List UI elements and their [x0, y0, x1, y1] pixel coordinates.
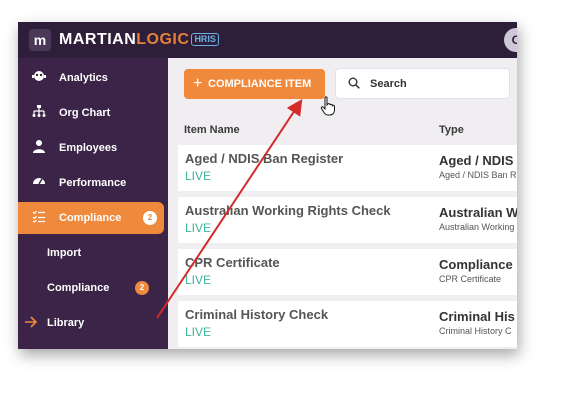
- plus-icon: +: [193, 75, 203, 92]
- sidebar-subitem-import[interactable]: Import: [18, 237, 168, 269]
- sidebar-item-label: Performance: [59, 177, 127, 189]
- item-type-detail: Australian Working: [439, 222, 515, 232]
- item-type-detail: Aged / NDIS Ban R: [439, 170, 517, 180]
- analytics-icon: [31, 62, 47, 94]
- item-name[interactable]: Criminal History Check: [185, 307, 328, 322]
- table-row[interactable]: CPR Certificate LIVE Compliance CPR Cert…: [178, 249, 517, 295]
- compliance-count-badge: 2: [135, 281, 149, 295]
- sidebar-item-label: Library: [47, 317, 85, 329]
- sidebar-item-label: Compliance: [59, 212, 122, 224]
- status-label: LIVE: [185, 325, 212, 339]
- arrow-right-icon: [23, 307, 39, 339]
- employees-icon: [31, 132, 47, 164]
- sidebar-item-label: Import: [47, 247, 82, 259]
- search-box[interactable]: [335, 68, 510, 99]
- sidebar-item-label: Org Chart: [59, 107, 111, 119]
- sidebar-subitem-library[interactable]: Library: [18, 307, 168, 339]
- table-row[interactable]: Australian Working Rights Check LIVE Aus…: [178, 197, 517, 243]
- search-input[interactable]: [370, 76, 500, 92]
- sidebar-item-performance[interactable]: Performance: [18, 167, 168, 199]
- sidebar-item-org-chart[interactable]: Org Chart: [18, 97, 168, 129]
- status-label: LIVE: [185, 221, 212, 235]
- sidebar-item-label: Employees: [59, 142, 118, 154]
- checklist-icon: [31, 202, 47, 234]
- item-type-detail: CPR Certificate: [439, 274, 502, 284]
- sidebar-subitem-compliance[interactable]: Compliance 2: [18, 272, 168, 304]
- status-label: LIVE: [185, 273, 212, 287]
- add-button-label: COMPLIANCE ITEM: [208, 78, 312, 90]
- performance-icon: [31, 167, 47, 199]
- main-content: + COMPLIANCE ITEM Item Name Type Aged / …: [168, 58, 517, 349]
- item-type-detail: Criminal History C: [439, 326, 512, 336]
- app-window: m MARTIANLOGIC HRIS C Analytics Org Chart…: [18, 22, 517, 349]
- brand-main: MARTIAN: [59, 31, 137, 48]
- org-chart-icon: [31, 97, 47, 129]
- add-compliance-item-button[interactable]: + COMPLIANCE ITEM: [184, 69, 325, 99]
- item-type: Australian W: [439, 205, 517, 220]
- brand-tag: HRIS: [191, 33, 219, 46]
- column-header-type[interactable]: Type: [439, 124, 464, 136]
- table-row[interactable]: Aged / NDIS Ban Register LIVE Aged / NDI…: [178, 145, 517, 191]
- status-label: LIVE: [185, 169, 212, 183]
- table-row[interactable]: Criminal History Check LIVE Criminal His…: [178, 301, 517, 347]
- item-name[interactable]: CPR Certificate: [185, 255, 280, 270]
- hand-cursor-icon: [320, 96, 335, 116]
- brand-logo: MARTIANLOGIC HRIS: [59, 31, 219, 49]
- item-name[interactable]: Aged / NDIS Ban Register: [185, 151, 343, 166]
- sidebar: Analytics Org Chart Employees Performanc…: [18, 58, 168, 349]
- item-name[interactable]: Australian Working Rights Check: [185, 203, 391, 218]
- sidebar-item-analytics[interactable]: Analytics: [18, 62, 168, 94]
- user-avatar[interactable]: C: [504, 28, 517, 52]
- sidebar-item-label: Analytics: [59, 72, 108, 84]
- sidebar-item-label: Compliance: [47, 282, 110, 294]
- item-type: Aged / NDIS: [439, 153, 514, 168]
- search-icon: [348, 77, 360, 89]
- top-bar: m MARTIANLOGIC HRIS C: [18, 22, 517, 58]
- logo-icon: m: [29, 29, 51, 51]
- item-type: Compliance: [439, 257, 513, 272]
- brand-accent: LOGIC: [136, 31, 190, 48]
- column-header-item-name[interactable]: Item Name: [184, 124, 240, 136]
- sidebar-item-compliance[interactable]: Compliance 2: [18, 202, 164, 234]
- compliance-count-badge: 2: [143, 211, 157, 225]
- sidebar-item-employees[interactable]: Employees: [18, 132, 168, 164]
- item-type: Criminal His: [439, 309, 515, 324]
